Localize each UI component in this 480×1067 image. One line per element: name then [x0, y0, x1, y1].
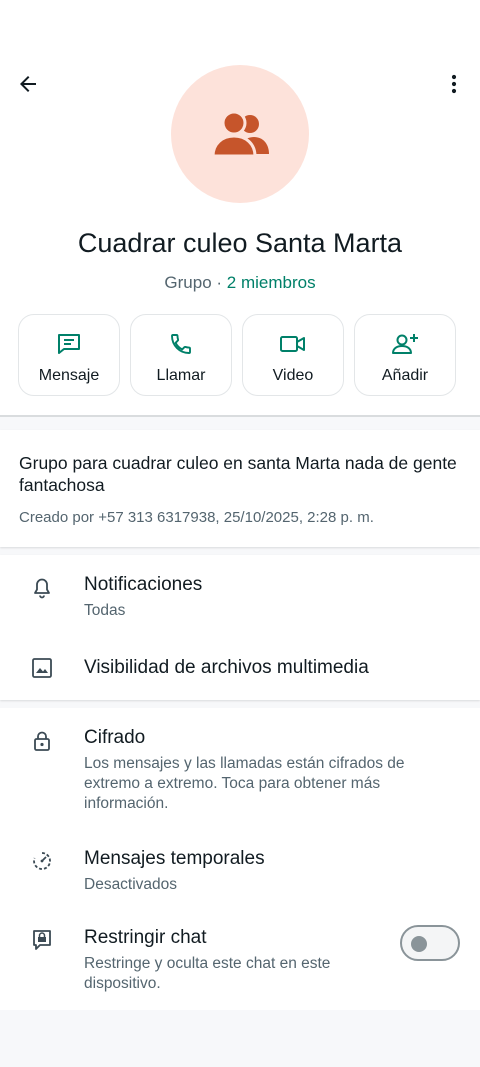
message-button[interactable]: Mensaje [18, 314, 120, 396]
section-divider [0, 415, 480, 417]
notifications-row[interactable]: Notificaciones Todas [0, 555, 480, 639]
restrict-chat-toggle[interactable] [400, 925, 460, 961]
call-button[interactable]: Llamar [130, 314, 232, 396]
bell-icon [34, 578, 50, 599]
video-button[interactable]: Video [242, 314, 344, 396]
message-button-label: Mensaje [38, 367, 100, 384]
phone-icon [171, 334, 191, 354]
group-subtitle: Grupo · 2 miembros [0, 273, 480, 293]
group-description-section[interactable]: Grupo para cuadrar culeo en santa Marta … [0, 430, 480, 547]
encryption-description: Los mensajes y las llamadas están cifrad… [84, 755, 405, 812]
toggle-knob [411, 936, 427, 952]
group-people-icon [211, 110, 269, 158]
group-header: Cuadrar culeo Santa Marta Grupo · 2 miem… [0, 0, 480, 415]
encryption-title: Cifrado [84, 727, 146, 748]
restrict-chat-row[interactable]: Restringir chat Restringe y oculta este … [0, 910, 480, 1010]
lock-icon [34, 731, 50, 751]
restrict-chat-title: Restringir chat [84, 927, 207, 948]
more-vertical-icon [451, 74, 457, 94]
message-icon [58, 334, 80, 354]
video-icon [280, 336, 305, 352]
add-person-icon [392, 334, 418, 354]
back-arrow-icon [20, 76, 36, 92]
privacy-settings-section: Cifrado Los mensajes y las llamadas está… [0, 708, 480, 1010]
call-button-label: Llamar [156, 367, 206, 384]
more-options-button[interactable] [438, 66, 470, 102]
add-member-button-label: Añadir [381, 367, 429, 384]
notification-settings-section: Notificaciones Todas Visibilidad de arch… [0, 555, 480, 700]
media-visibility-title: Visibilidad de archivos multimedia [84, 657, 369, 678]
action-buttons: Mensaje Llamar Video Añadir [18, 314, 456, 396]
group-type-label: Grupo [164, 273, 212, 292]
subtitle-separator: · [211, 273, 227, 292]
restrict-chat-description: Restringe y oculta este chat en este dis… [84, 955, 331, 992]
temporary-messages-title: Mensajes temporales [84, 848, 265, 869]
add-member-button[interactable]: Añadir [354, 314, 456, 396]
video-button-label: Video [272, 367, 314, 384]
chat-lock-icon [33, 930, 51, 950]
members-link[interactable]: 2 miembros [227, 273, 316, 292]
timer-icon [33, 852, 51, 870]
temporary-messages-row[interactable]: Mensajes temporales Desactivados [0, 830, 480, 910]
media-visibility-row[interactable]: Visibilidad de archivos multimedia [0, 639, 480, 700]
group-name[interactable]: Cuadrar culeo Santa Marta [0, 228, 480, 259]
temporary-messages-value: Desactivados [84, 876, 178, 893]
group-description: Grupo para cuadrar culeo en santa Marta … [19, 453, 457, 495]
encryption-row[interactable]: Cifrado Los mensajes y las llamadas está… [0, 708, 480, 830]
back-button[interactable] [10, 66, 46, 102]
notifications-title: Notificaciones [84, 574, 203, 595]
notifications-value: Todas [84, 602, 126, 619]
image-icon [32, 658, 52, 678]
created-by-info: Creado por +57 313 6317938, 25/10/2025, … [19, 509, 374, 526]
group-info-screen: Cuadrar culeo Santa Marta Grupo · 2 miem… [0, 0, 480, 1067]
group-avatar[interactable] [171, 65, 309, 203]
